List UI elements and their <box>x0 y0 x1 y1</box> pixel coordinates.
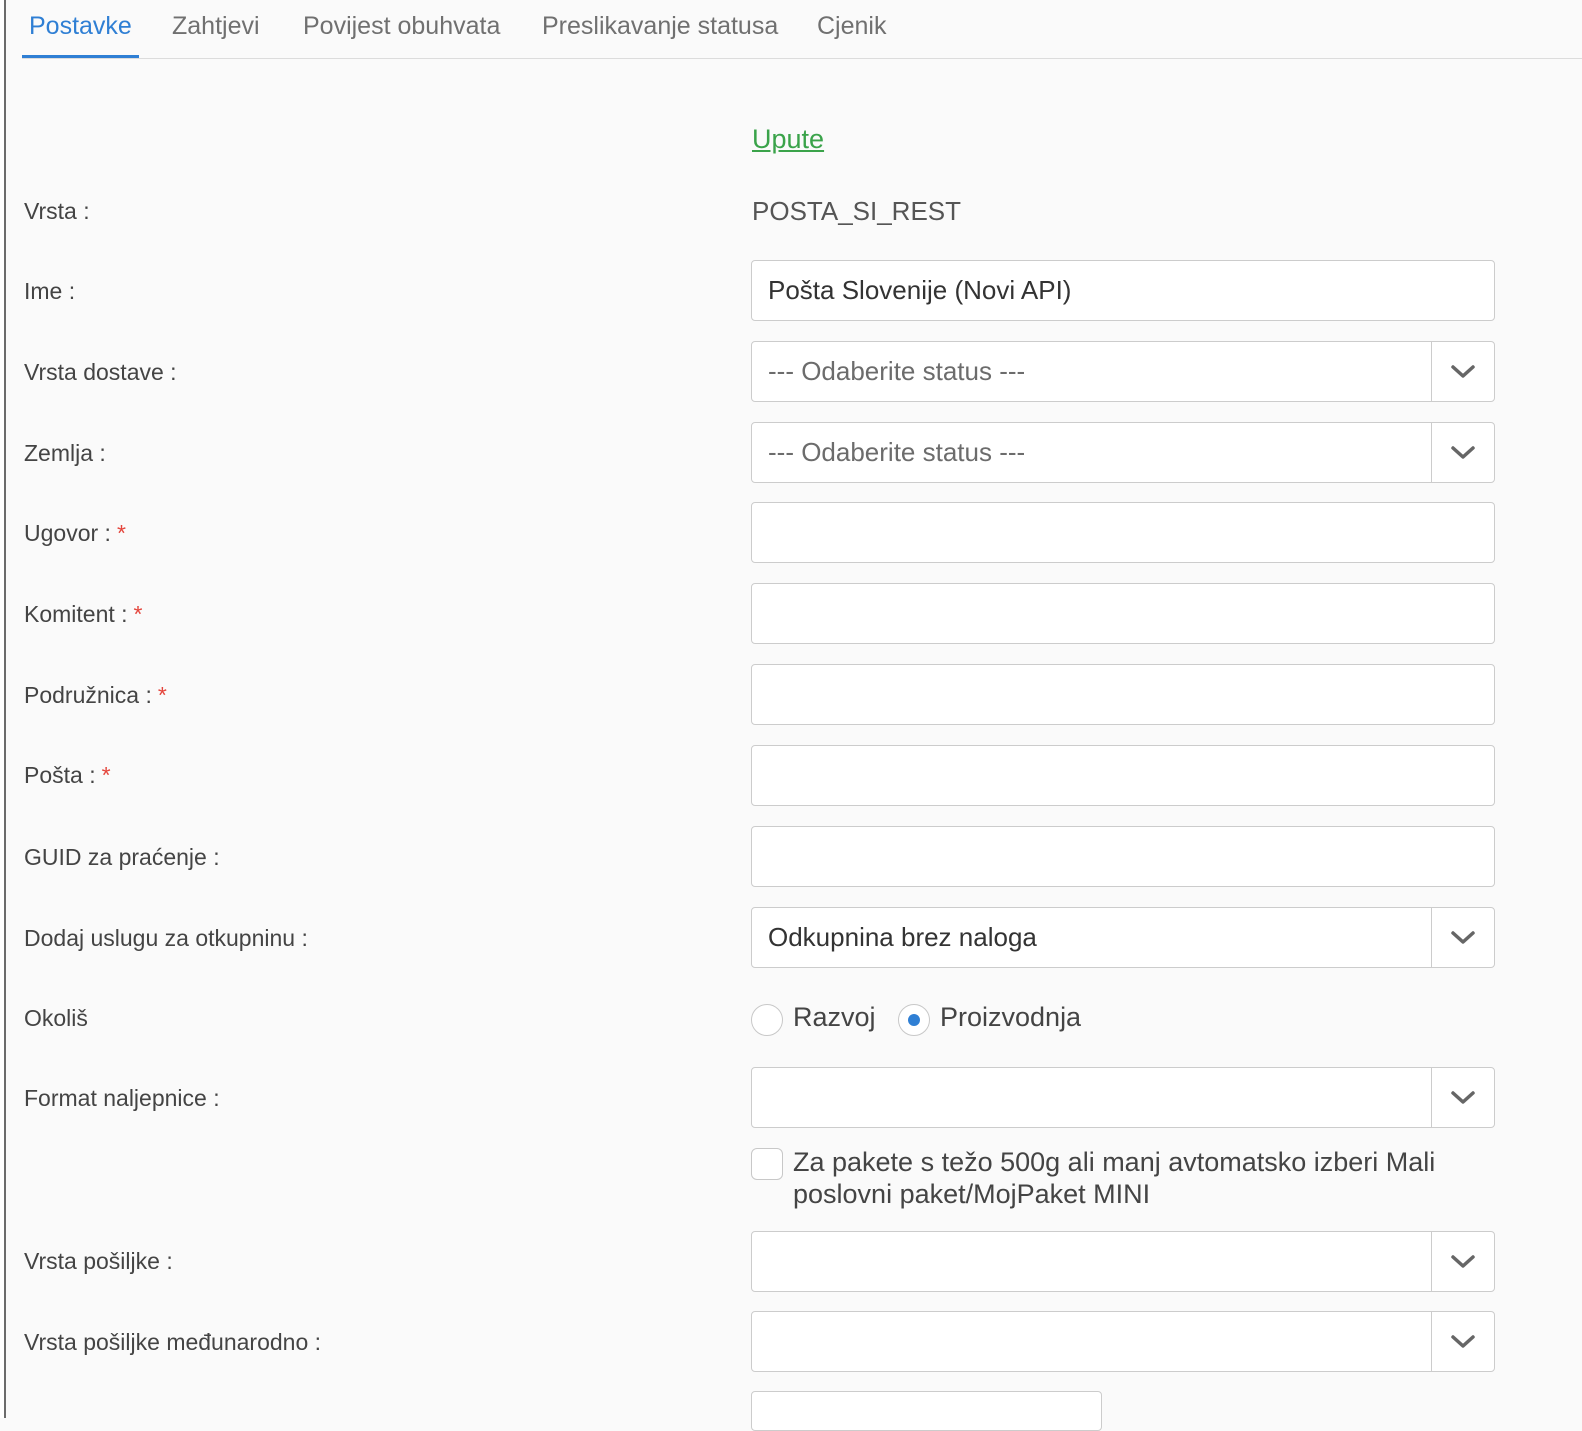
required-marker: * <box>133 601 143 627</box>
ime-input[interactable]: Pošta Slovenije (Novi API) <box>751 260 1495 321</box>
okolis-label: Okoliš <box>24 1005 88 1031</box>
required-marker: * <box>157 682 167 708</box>
zemlja-select[interactable]: --- Odaberite status --- <box>751 422 1495 483</box>
chevron-down-icon[interactable] <box>1431 908 1494 967</box>
tab-bar: Postavke Zahtjevi Povijest obuhvata Pres… <box>22 0 1582 59</box>
left-edge-border <box>0 0 6 1418</box>
required-marker: * <box>101 762 111 788</box>
ugovor-label: Ugovor : * <box>24 520 126 546</box>
ugovor-input[interactable] <box>751 502 1495 563</box>
next-field-partial[interactable] <box>751 1391 1102 1431</box>
komitent-text[interactable] <box>752 584 1494 643</box>
vrsta-value: POSTA_SI_REST <box>752 196 962 226</box>
vrsta-dostave-placeholder: --- Odaberite status --- <box>768 356 1026 386</box>
zemlja-label: Zemlja : <box>24 440 106 466</box>
otkupnina-selected: Odkupnina brez naloga <box>768 922 1037 952</box>
radio-razvoj[interactable] <box>751 1004 783 1036</box>
tab-preslikavanje-statusa[interactable]: Preslikavanje statusa <box>535 0 785 58</box>
tab-povijest-obuhvata[interactable]: Povijest obuhvata <box>296 0 507 58</box>
ime-label: Ime : <box>24 278 76 304</box>
guid-text[interactable] <box>752 827 1494 886</box>
podruznica-input[interactable] <box>751 664 1495 725</box>
otkupnina-select[interactable]: Odkupnina brez naloga <box>751 907 1495 968</box>
ugovor-text[interactable] <box>752 503 1494 562</box>
posta-label: Pošta : * <box>24 762 111 788</box>
vrsta-posiljke-label: Vrsta pošiljke : <box>24 1248 173 1274</box>
format-naljepnice-select[interactable] <box>751 1067 1495 1128</box>
format-naljepnice-label: Format naljepnice : <box>24 1085 220 1111</box>
radio-proizvodnja-label[interactable]: Proizvodnja <box>940 1002 1081 1033</box>
otkupnina-label: Dodaj uslugu za otkupninu : <box>24 925 308 951</box>
tab-postavke[interactable]: Postavke <box>22 0 139 58</box>
mali-paket-label[interactable]: Za pakete s težo 500g ali manj avtomatsk… <box>793 1146 1493 1210</box>
vrsta-posiljke-medunarodno-select[interactable] <box>751 1311 1495 1372</box>
chevron-down-icon[interactable] <box>1431 1068 1494 1127</box>
podruznica-text[interactable] <box>752 665 1494 724</box>
zemlja-placeholder: --- Odaberite status --- <box>768 437 1026 467</box>
guid-label: GUID za praćenje : <box>24 844 220 870</box>
mali-paket-checkbox[interactable] <box>751 1148 783 1180</box>
required-marker: * <box>116 520 126 546</box>
tab-zahtjevi[interactable]: Zahtjevi <box>165 0 267 58</box>
komitent-input[interactable] <box>751 583 1495 644</box>
vrsta-dostave-select[interactable]: --- Odaberite status --- <box>751 341 1495 402</box>
vrsta-dostave-label: Vrsta dostave : <box>24 359 177 385</box>
vrsta-posiljke-medunarodno-label: Vrsta pošiljke međunarodno : <box>24 1329 322 1355</box>
vrsta-posiljke-select[interactable] <box>751 1231 1495 1292</box>
radio-razvoj-label[interactable]: Razvoj <box>793 1002 876 1033</box>
komitent-label: Komitent : * <box>24 601 143 627</box>
posta-input[interactable] <box>751 745 1495 806</box>
chevron-down-icon[interactable] <box>1431 342 1494 401</box>
chevron-down-icon[interactable] <box>1431 1232 1494 1291</box>
upute-link[interactable]: Upute <box>752 124 824 155</box>
vrsta-label: Vrsta : <box>24 198 90 224</box>
ime-input-value: Pošta Slovenije (Novi API) <box>768 275 1072 305</box>
podruznica-label: Podružnica : * <box>24 682 167 708</box>
chevron-down-icon[interactable] <box>1431 1312 1494 1371</box>
chevron-down-icon[interactable] <box>1431 423 1494 482</box>
posta-text[interactable] <box>752 746 1494 805</box>
guid-input[interactable] <box>751 826 1495 887</box>
radio-proizvodnja[interactable] <box>898 1004 930 1036</box>
tab-cjenik[interactable]: Cjenik <box>810 0 893 58</box>
